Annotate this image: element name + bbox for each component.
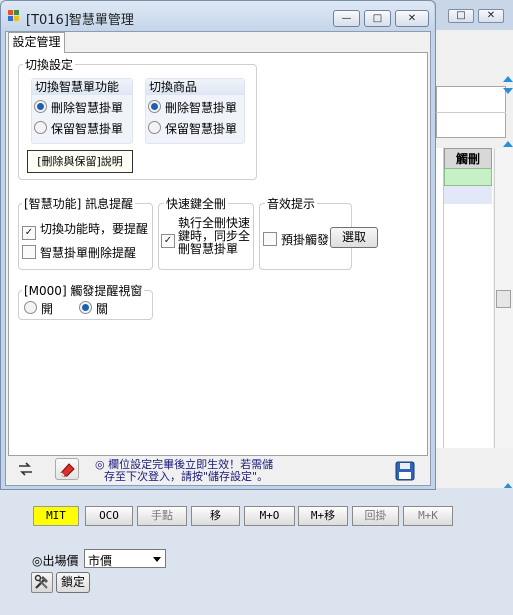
oco-button[interactable]: OCO [85,506,133,526]
background-minimize-button[interactable]: □ [448,9,474,23]
option-label: 刪除智慧掛單 [51,101,124,115]
scroll-up-arrow-icon[interactable] [503,141,513,147]
radio-selected-icon [148,100,161,113]
hotkey-sync-delete-checkbox[interactable]: ✓ [161,230,179,248]
clear-button[interactable] [55,458,79,480]
pre-order-trigger-checkbox[interactable]: 預掛觸發 [263,231,329,248]
notice-line-2: 存至下次登入，請按"儲存設定"。 [104,470,269,483]
save-icon [395,461,415,481]
checkbox-checked-icon: ✓ [22,226,36,240]
exit-price-value: 市價 [88,554,113,568]
wrench-hammer-icon [34,574,48,589]
radio-empty-icon [24,301,37,314]
minimize-button[interactable]: — [333,10,360,27]
popup-on-option[interactable]: 開 [24,300,53,317]
transfer-icon [19,462,32,476]
grid-scrollbar-thumb[interactable] [496,290,511,308]
hotkey-label-line: 刪智慧掛單 [178,242,239,256]
smart-order-delete-option[interactable]: 刪除智慧掛單 [34,99,123,116]
grid-header-trigger-delete[interactable]: 觸刪 [444,148,492,170]
radio-empty-icon [34,121,47,134]
lock-button[interactable]: 鎖定 [56,572,90,593]
dropdown-arrow-icon [153,557,161,562]
app-icon [8,10,21,23]
sound-select-button[interactable]: 選取 [330,227,378,248]
product-switch-title: 切換商品 [146,79,244,95]
checkbox-empty-icon [22,245,36,259]
sound-alert-title: 音效提示 [265,195,318,212]
hotkey-sync-delete-label: 執行全刪快速 鍵時，同步全 刪智慧掛單 [178,217,250,256]
option-label: 保留智慧掛單 [51,122,124,136]
transfer-button[interactable] [17,461,35,477]
trigger-popup-title: [M000] 觸發提醒視窗 [22,282,145,299]
checkbox-empty-icon [263,232,277,246]
rehang-button[interactable]: 回掛 [352,506,399,526]
mit-button[interactable]: MIT [33,506,79,526]
option-label: 關 [96,302,109,316]
smart-order-switch-title: 切換智慧單功能 [32,79,132,95]
popup-off-option[interactable]: 關 [79,300,108,317]
save-settings-button[interactable] [395,461,415,481]
switch-settings-title: 切換設定 [23,56,76,73]
checkbox-label: 切換功能時，要提醒 [40,222,149,236]
exit-price-select[interactable]: 市價 [84,549,166,568]
grid-row-highlight [444,186,492,204]
move-button[interactable]: 移 [191,506,240,526]
product-delete-option[interactable]: 刪除智慧掛單 [148,99,237,116]
option-label: 刪除智慧掛單 [165,101,238,115]
radio-empty-icon [148,121,161,134]
grid-cell-green [444,168,492,186]
manual-click-button[interactable]: 手點 [137,506,187,526]
m-plus-k-button[interactable]: M+K [403,506,453,526]
scroll-up-arrow-icon[interactable] [503,76,513,82]
smart-order-keep-option[interactable]: 保留智慧掛單 [34,120,123,137]
option-label: 保留智慧掛單 [165,122,238,136]
reminder-title: [智慧功能] 訊息提醒 [22,195,136,212]
radio-selected-icon [34,100,47,113]
exit-price-label: ◎出場價 [32,554,79,568]
close-button[interactable]: ✕ [395,10,429,27]
switch-function-reminder-checkbox[interactable]: ✓ 切換功能時，要提醒 [22,220,148,240]
checkbox-label: 智慧掛單刪除提醒 [40,246,137,260]
product-keep-option[interactable]: 保留智慧掛單 [148,120,237,137]
smart-order-delete-reminder-checkbox[interactable]: 智慧掛單刪除提醒 [22,244,136,261]
radio-selected-icon [79,301,92,314]
hotkey-delete-title: 快速鍵全刪 [164,195,229,212]
checkbox-label: 預掛觸發 [281,233,330,247]
dialog-title: [T016]智慧單管理 [26,13,134,28]
eraser-icon [60,463,75,477]
delete-keep-explain-button[interactable]: [刪除與保留]說明 [27,150,133,173]
tools-button[interactable] [31,572,53,593]
tab-settings-management[interactable]: 設定管理 [8,32,65,53]
m-plus-o-button[interactable]: M+O [244,506,295,526]
checkbox-checked-icon: ✓ [161,234,175,248]
option-label: 開 [41,302,54,316]
background-divider [436,112,506,113]
grid-column-line [443,148,444,448]
m-plus-move-button[interactable]: M+移 [298,506,348,526]
scroll-down-arrow-icon[interactable] [503,88,513,94]
maximize-button[interactable]: □ [364,10,391,27]
background-close-button[interactable]: ✕ [478,9,504,23]
